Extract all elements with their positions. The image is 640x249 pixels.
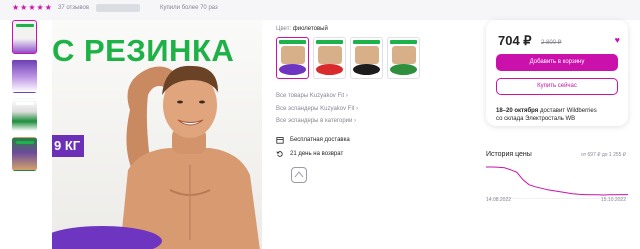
variant-green[interactable] bbox=[387, 37, 420, 79]
star-icon: ★ bbox=[28, 3, 36, 12]
current-price: 704 ₽ bbox=[498, 33, 532, 48]
color-selector-label: Цвет: фиолетовый bbox=[276, 26, 328, 32]
thumbnail-image[interactable] bbox=[12, 59, 37, 93]
product-card: С РЕЗИНКА 9 КГ Fit Fit bbox=[0, 20, 640, 249]
star-icon: ★ bbox=[20, 3, 28, 12]
share-icon[interactable] bbox=[291, 167, 307, 183]
blurred-article-number bbox=[96, 4, 140, 12]
buy-now-button[interactable]: Купить сейчас bbox=[496, 78, 618, 95]
delivery-text: доставит Wildberries bbox=[539, 108, 597, 114]
link-category-expanders[interactable]: Все эспандеры в категории › bbox=[276, 116, 358, 126]
price-history-title: История цены bbox=[486, 151, 532, 158]
price-history-start-date: 14.08.2022 bbox=[486, 197, 512, 203]
brand-links: Все товары Kuzyakov Fit › Все эспандеры … bbox=[276, 91, 358, 129]
color-variants bbox=[276, 37, 420, 79]
main-product-image[interactable]: С РЕЗИНКА 9 КГ Fit Fit bbox=[52, 20, 262, 249]
delivery-info: 18–20 октября доставит Wildberries со ск… bbox=[496, 107, 626, 123]
delivery-warehouse: со склада Электросталь WB bbox=[496, 116, 576, 122]
link-brand-expanders[interactable]: Все эспандеры Kuzyakov Fit › bbox=[276, 104, 358, 114]
free-delivery: Бесплатная доставка bbox=[276, 136, 350, 144]
reviews-link[interactable]: 37 отзывов bbox=[58, 5, 89, 11]
buy-box: 704 ₽ 2 800 ₽ ♥ Добавить в корзину Купит… bbox=[486, 20, 628, 126]
thumbnail-image[interactable] bbox=[12, 20, 37, 54]
color-label: Цвет: bbox=[276, 26, 292, 32]
model-photo bbox=[120, 65, 260, 249]
free-delivery-text: Бесплатная доставка bbox=[290, 137, 350, 143]
price-history[interactable]: История цены от 697 ₽ до 1 255 ₽ 14.08.2… bbox=[486, 146, 628, 203]
return-policy-text: 21 день на возврат bbox=[290, 151, 344, 157]
delivery-date: 18–20 октября bbox=[496, 108, 539, 114]
price-history-range: от 697 ₽ до 1 255 ₽ bbox=[581, 152, 626, 158]
price-history-chart bbox=[486, 166, 628, 199]
return-policy: 21 день на возврат bbox=[276, 150, 343, 158]
old-price: 2 800 ₽ bbox=[541, 40, 562, 46]
color-value: фиолетовый bbox=[292, 26, 328, 32]
bought-count: Купили более 70 раз bbox=[160, 5, 218, 11]
box-icon bbox=[276, 137, 284, 144]
price-history-end-date: 15.10.2022 bbox=[600, 197, 626, 203]
thumbnail-strip bbox=[12, 20, 40, 176]
product-page: ★ ★ ★ ★ ★ 37 отзывов Купили более 70 раз… bbox=[0, 0, 640, 249]
variant-purple[interactable] bbox=[276, 37, 309, 79]
variant-red[interactable] bbox=[313, 37, 346, 79]
add-to-cart-button[interactable]: Добавить в корзину bbox=[496, 54, 618, 71]
rating-bar: ★ ★ ★ ★ ★ 37 отзывов Купили более 70 раз bbox=[0, 0, 640, 18]
price-history-line bbox=[486, 166, 628, 196]
link-all-brand-items[interactable]: Все товары Kuzyakov Fit › bbox=[276, 91, 358, 101]
rating-stars[interactable]: ★ ★ ★ ★ ★ bbox=[12, 3, 52, 13]
variant-black[interactable] bbox=[350, 37, 383, 79]
favorite-heart-icon[interactable]: ♥ bbox=[615, 36, 620, 45]
weight-badge: 9 КГ bbox=[52, 135, 84, 157]
thumbnail-image[interactable] bbox=[12, 98, 37, 132]
star-icon: ★ bbox=[44, 3, 52, 12]
star-icon: ★ bbox=[36, 3, 44, 12]
thumbnail-image[interactable] bbox=[12, 137, 37, 171]
return-icon bbox=[276, 151, 283, 157]
star-icon: ★ bbox=[12, 3, 20, 12]
